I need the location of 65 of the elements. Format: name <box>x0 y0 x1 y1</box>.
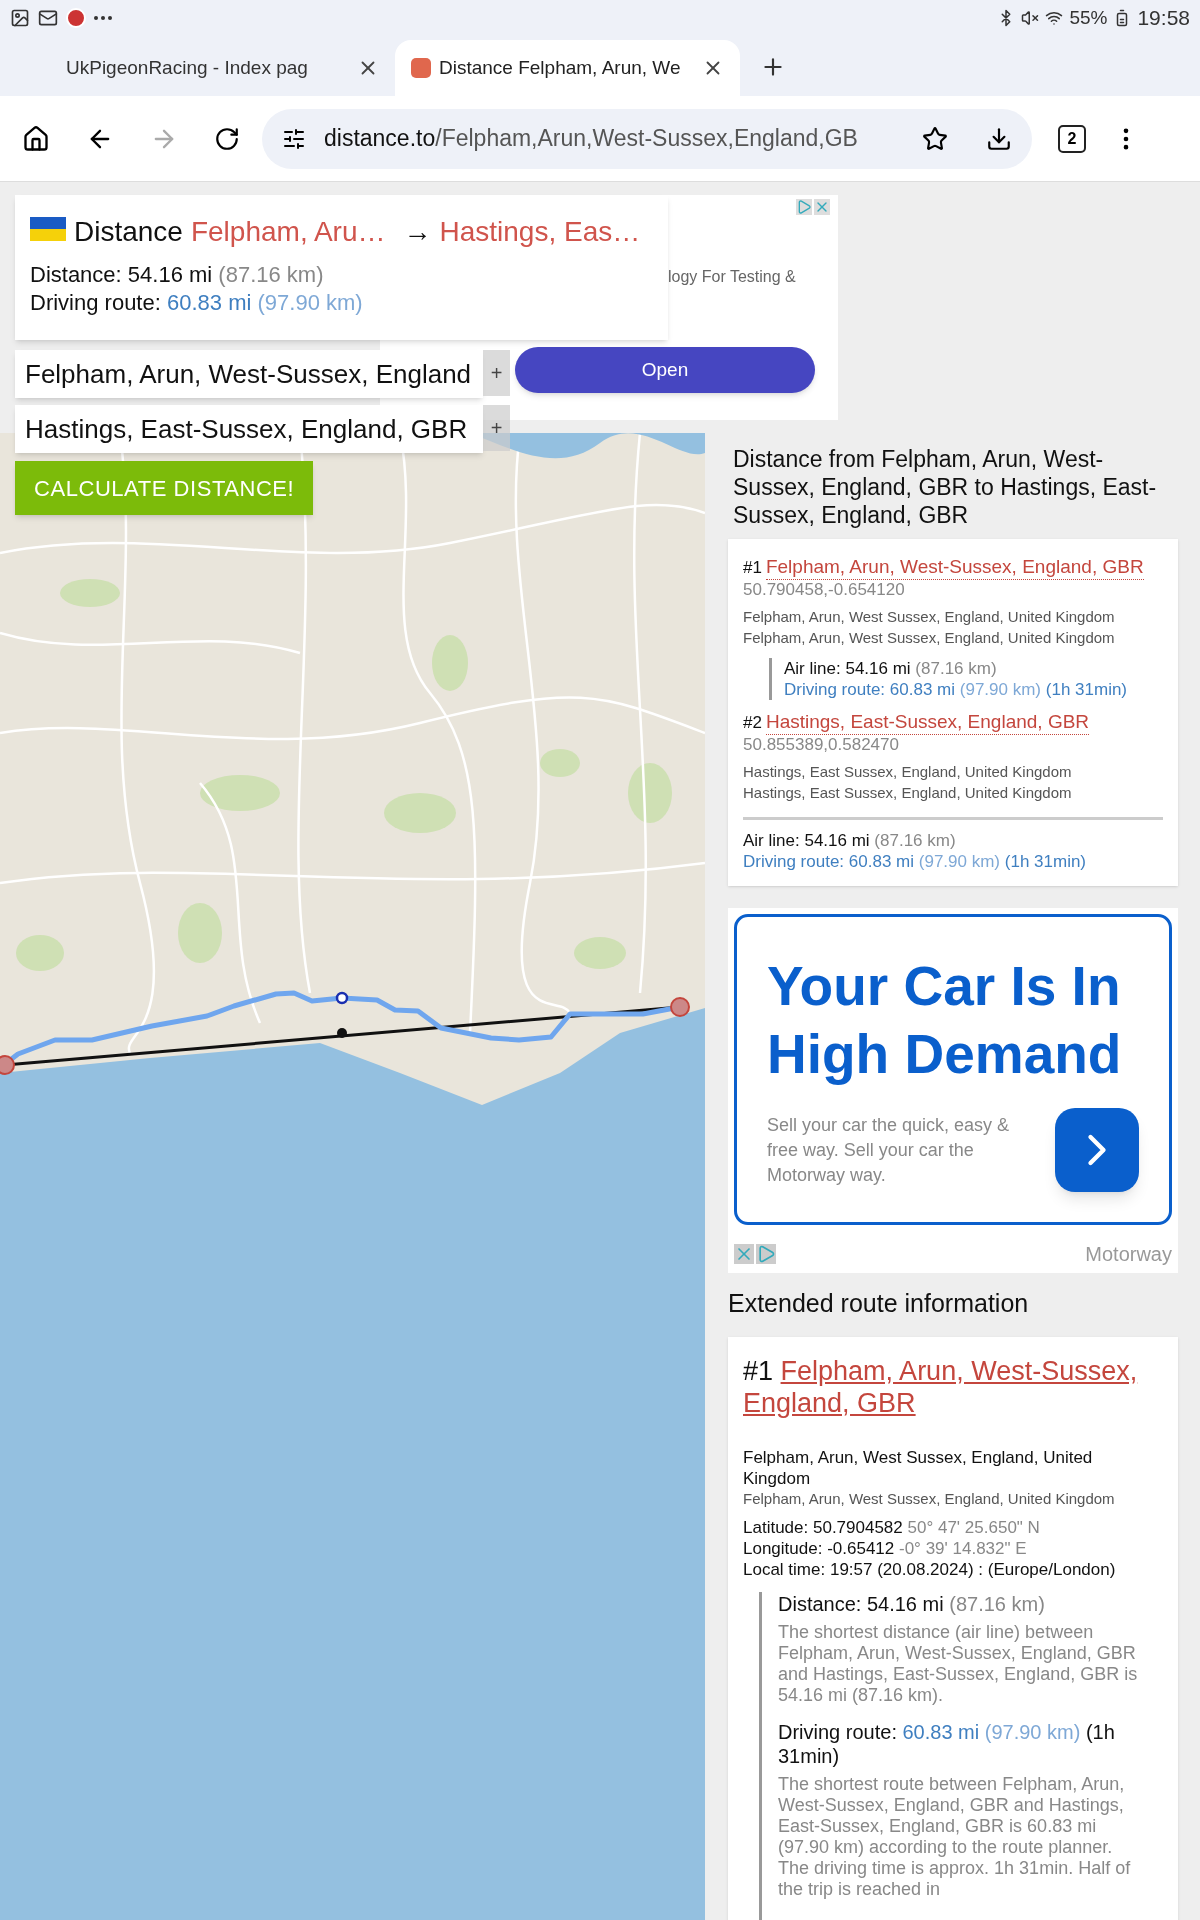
arrow-text: → <box>403 215 432 249</box>
mail-icon <box>38 8 58 28</box>
next-button[interactable] <box>1055 1108 1139 1192</box>
image-icon <box>10 8 30 28</box>
location-input[interactable]: Felpham, Arun, West-Sussex, England, <box>15 350 483 398</box>
reload-icon[interactable] <box>214 125 240 152</box>
local-time-text: Local time: 19:57 (20.08.2024) : (Europe/London) <box>743 1558 1117 1580</box>
browser-tab[interactable]: UkPigeonRacing - Index pag <box>50 40 395 96</box>
ad-body-text: Sell your car the quick, easy & free way. Sell your car the Motorway way. <box>767 1113 1011 1187</box>
destination-link[interactable]: Hastings, Eas… <box>439 215 641 249</box>
air-line-distance: Air line: 54.16 mi (87.16 km) <box>784 658 998 679</box>
tab-title: Distance Felpham, Arun, We <box>439 55 682 80</box>
clock-time: 19:58 <box>1137 5 1190 32</box>
extended-heading: Extended route information <box>728 1288 1030 1319</box>
address-text: Felpham, Arun, West Sussex, England, United Kingdom <box>743 628 1116 648</box>
advertiser-name: Motorway <box>1085 1242 1172 1267</box>
coordinates: 50.855389,0.582470 <box>743 735 900 755</box>
wifi-icon <box>1045 9 1064 27</box>
more-icon <box>94 16 112 20</box>
add-location-button[interactable]: + <box>483 405 510 451</box>
mute-icon <box>1021 9 1040 27</box>
place-number: #1 <box>743 557 762 579</box>
origin-link[interactable]: Felpham, Aru… <box>190 215 386 249</box>
distance-text: Distance: 54.16 mi (87.16 km) <box>778 1591 1046 1616</box>
place-title-link[interactable]: #1 Felpham, Arun, West-Sussex, England, GBR <box>743 1354 1163 1419</box>
download-icon[interactable] <box>986 125 1012 152</box>
site-settings-icon[interactable] <box>282 126 306 151</box>
air-line-distance: Air line: 54.16 mi (87.16 km) <box>743 830 957 851</box>
results-heading: Distance from Felpham, Arun, West-Sussex, England, GBR to Hastings, East-Sussex, England, GBR <box>732 445 1158 529</box>
tab-title: UkPigeonRacing - Index pag <box>66 55 309 80</box>
address-text: Felpham, Arun, West Sussex, England, United Kingdom <box>743 607 1116 627</box>
driving-route-text: Driving route: 60.83 mi (97.90 km) (1h 31min) <box>778 1719 1116 1768</box>
distance-text: Distance: 54.16 mi (87.16 km) <box>30 261 325 289</box>
longitude-text: Longitude: -0.65412 -0° 39' 14.832" E <box>743 1537 1028 1559</box>
ad-card[interactable]: Your Car Is In High Demand Sell your car the quick, easy & free way. Sell your car the Motorway way. <box>734 914 1172 1225</box>
driving-description: The shortest route between Felpham, Arun, West-Sussex, England, GBR and Hastings, East-Sussex, England, GBR is 60.83 mi (97.90 km) according to the route planner. The driving time is approx. 1h 31min. Half of the trip is reached in <box>778 1773 1132 1900</box>
location-input[interactable]: Hastings, East-Sussex, England, GBR <box>15 405 483 453</box>
open-button[interactable]: Open <box>515 347 815 393</box>
summary-title: Distance <box>74 215 183 249</box>
address-text: Hastings, East Sussex, England, United Kingdom <box>743 783 1073 803</box>
url-text: distance.to/Felpham,Arun,West-Sussex,England,GB <box>324 124 859 154</box>
flag-icon <box>30 217 66 241</box>
coordinates: 50.790458,-0.654120 <box>743 580 906 600</box>
site-favicon <box>411 58 431 78</box>
place-link[interactable]: Felpham, Arun, West-Sussex, England, GBR <box>765 555 1144 580</box>
address-text: Felpham, Arun, West Sussex, England, United Kingdom <box>743 1446 1094 1489</box>
place-number: #2 <box>743 712 762 734</box>
add-location-button[interactable]: + <box>483 350 510 396</box>
ad-text: logy For Testing & <box>668 267 796 287</box>
latitude-text: Latitude: 50.7904582 50° 47' 25.650" N <box>743 1516 1041 1538</box>
distance-description: The shortest distance (air line) between Felpham, Arun, West-Sussex, England, GBR and Hastings, East-Sussex, England, GBR is 54.16 mi (87.16 km). <box>778 1621 1139 1706</box>
battery-percent: 55% <box>1069 5 1108 30</box>
tab-count-button[interactable]: 2 <box>1058 124 1086 153</box>
ad-headline: Your Car Is In High Demand <box>767 954 1123 1087</box>
driving-route-link[interactable]: Driving route: 60.83 mi (97.90 km) (1h 31min) <box>784 679 1163 700</box>
driving-route-text: Driving route: 60.83 mi (97.90 km) <box>30 289 364 317</box>
place-link[interactable]: Hastings, East-Sussex, England, GBR <box>765 710 1090 735</box>
address-text: Hastings, East Sussex, England, United Kingdom <box>743 762 1073 782</box>
driving-route-link[interactable]: Driving route: 60.83 mi (97.90 km) (1h 31min) <box>743 851 1163 872</box>
home-icon[interactable] <box>22 124 50 153</box>
bookmark-star-icon[interactable] <box>922 125 948 152</box>
address-subtext: Felpham, Arun, West Sussex, England, United Kingdom <box>743 1488 1116 1509</box>
app-icon <box>66 8 86 28</box>
address-bar[interactable]: distance.to/Felpham,Arun,West-Sussex,England,GB <box>262 108 1032 169</box>
browser-tab[interactable]: Distance Felpham, Arun, We <box>395 40 740 96</box>
